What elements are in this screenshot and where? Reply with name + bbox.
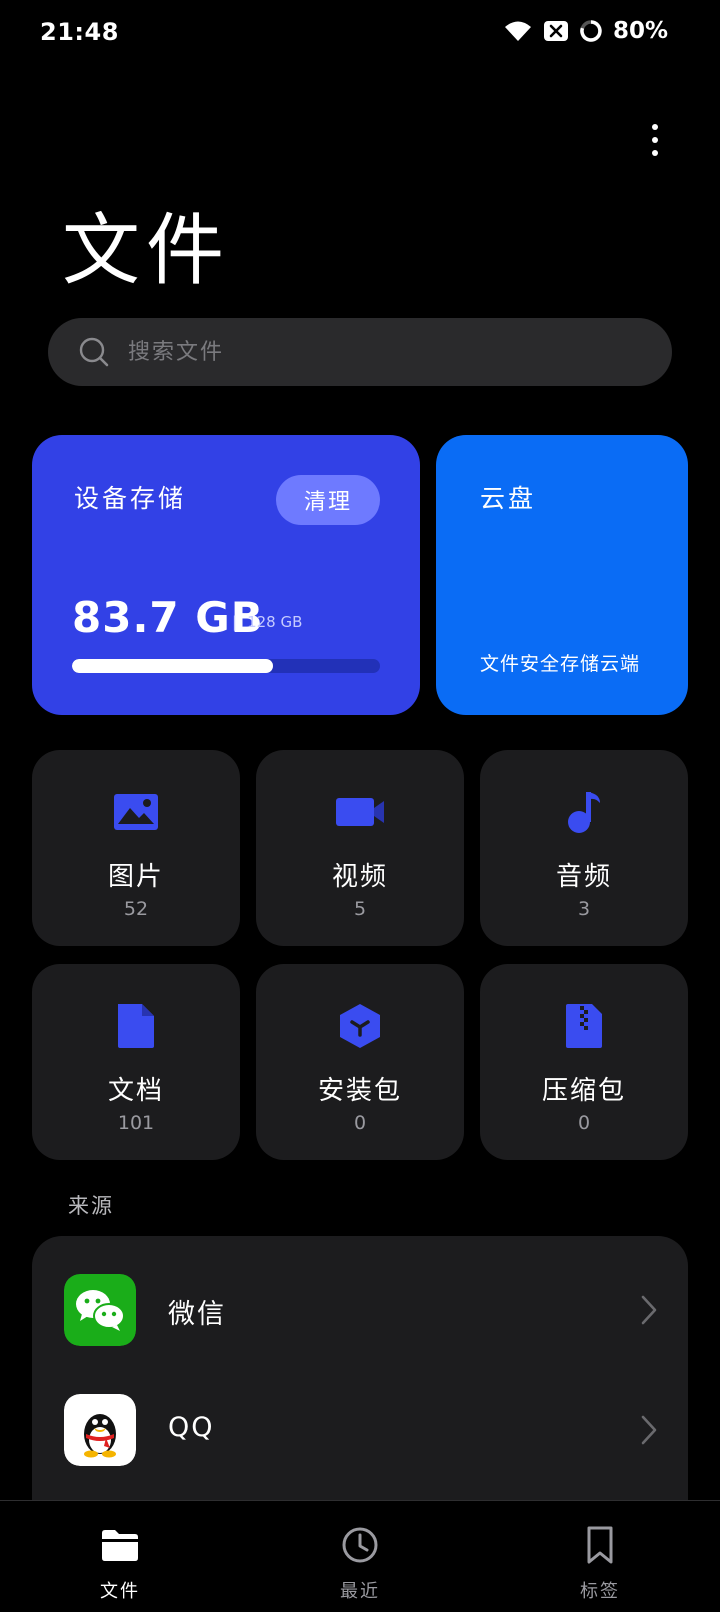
more-dot-icon [652,137,658,143]
more-options-button[interactable] [640,118,670,162]
sources-list: 微信 QQ [32,1236,688,1526]
storage-separator: | [232,613,238,631]
category-label: 视频 [331,862,388,892]
status-icons: 80% [503,18,668,44]
category-tile-packages[interactable]: 安装包 0 [256,964,464,1160]
category-tile-audio[interactable]: 音频 3 [480,750,688,946]
video-icon [336,798,384,826]
category-count: 5 [353,898,367,920]
category-tile-images[interactable]: 图片 52 [32,750,240,946]
source-name: 微信 [168,1299,226,1330]
qq-logo [64,1394,136,1466]
chevron-right-icon [641,1295,657,1325]
category-label: 图片 [107,862,164,892]
wifi-icon [504,21,531,41]
cloud-description: 文件安全存储云端 [480,653,641,675]
status-time: 21:48 [40,18,119,46]
battery-icon [580,20,602,42]
category-tile-archives[interactable]: 压缩包 0 [480,964,688,1160]
category-count: 52 [123,898,149,920]
page-title: 文件 [62,206,231,296]
nav-label: 最近 [340,1581,380,1602]
category-count: 0 [577,1112,591,1134]
status-bar: 21:48 80% [0,0,720,64]
source-item-wechat[interactable]: 微信 [32,1236,688,1356]
category-label: 安装包 [317,1076,402,1106]
bookmark-icon [587,1526,613,1564]
chevron-right-icon [641,1415,657,1445]
category-label: 文档 [107,1076,164,1106]
document-icon [118,1004,154,1048]
package-icon [340,1004,380,1048]
storage-progress-bar [72,659,380,673]
bottom-navigation: 文件 最近 标签 [0,1500,720,1612]
battery-percent: 80% [612,18,668,44]
cloud-title: 云盘 [480,484,537,513]
search-bar[interactable] [48,318,672,386]
clock-icon [342,1527,378,1563]
nav-tab-tags[interactable]: 标签 [480,1501,720,1612]
storage-total: | 128 GB [232,613,302,631]
nav-tab-recent[interactable]: 最近 [240,1501,480,1612]
more-dot-icon [652,150,658,156]
category-label: 压缩包 [541,1076,626,1106]
search-icon [79,337,109,367]
device-storage-card[interactable]: 设备存储 清理 83.7 GB | 128 GB [32,435,420,715]
nav-tab-files[interactable]: 文件 [0,1501,240,1612]
category-tile-videos[interactable]: 视频 5 [256,750,464,946]
nav-label: 文件 [100,1581,140,1602]
wechat-logo [64,1274,136,1346]
category-tile-documents[interactable]: 文档 101 [32,964,240,1160]
category-label: 音频 [555,862,612,892]
storage-title: 设备存储 [74,484,187,513]
search-input[interactable] [128,339,672,365]
category-count: 101 [117,1112,155,1134]
music-note-icon [568,792,600,833]
category-count: 0 [353,1112,367,1134]
storage-total-value: 128 GB [247,613,303,631]
no-sim-icon [543,21,568,41]
zip-icon [566,1004,602,1048]
storage-progress-fill [72,659,274,673]
category-count: 3 [577,898,591,920]
nav-label: 标签 [580,1581,620,1602]
source-name: QQ [168,1412,215,1443]
folder-icon [102,1530,138,1561]
clean-button[interactable]: 清理 [276,475,380,525]
image-icon [114,794,158,830]
source-item-qq[interactable]: QQ [32,1356,688,1476]
more-dot-icon [652,124,658,130]
sources-section-title: 来源 [68,1194,114,1218]
cloud-drive-card[interactable]: 云盘 文件安全存储云端 [436,435,688,715]
